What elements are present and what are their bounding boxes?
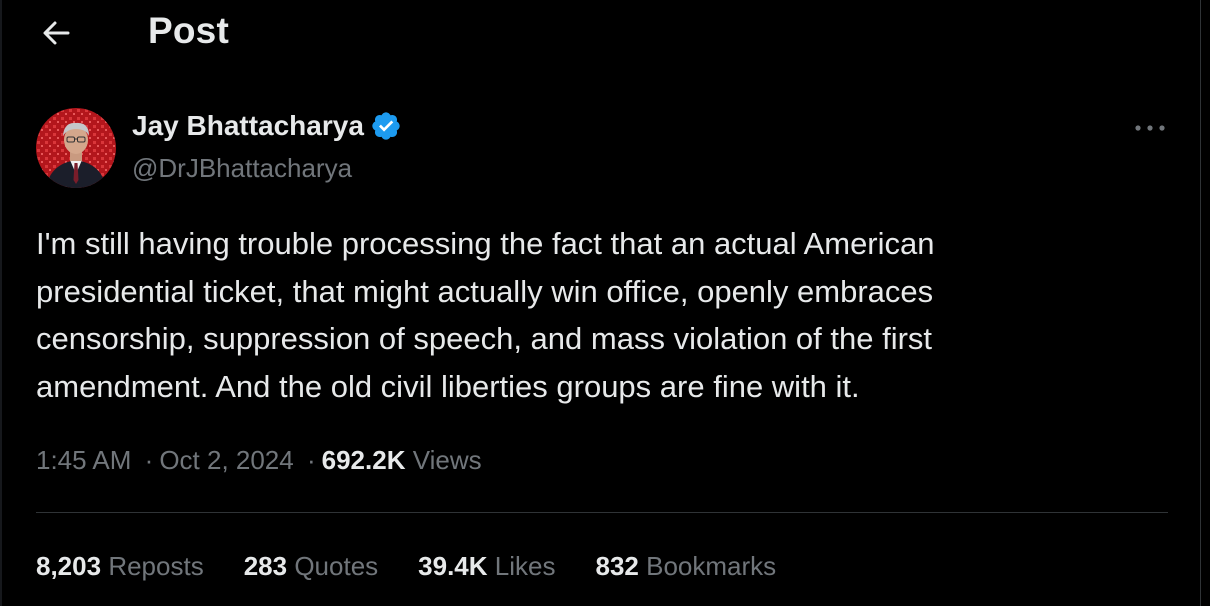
quotes-label: Quotes	[294, 551, 379, 581]
bookmarks-stat[interactable]: 832 Bookmarks	[595, 551, 776, 582]
arrow-left-icon	[43, 21, 70, 45]
quotes-count: 283	[243, 551, 288, 581]
views-count[interactable]: 692.2K	[322, 445, 406, 475]
divider	[36, 512, 1168, 513]
post-date[interactable]: Oct 2, 2024	[159, 445, 293, 475]
more-options-button[interactable]	[1128, 110, 1172, 146]
post-stats: 8,203 Reposts 283 Quotes 39.4K Likes 832…	[36, 551, 816, 582]
bookmarks-count: 832	[595, 551, 639, 581]
author-name-row: Jay Bhattacharya	[132, 110, 402, 142]
reposts-stat[interactable]: 8,203 Reposts	[36, 551, 204, 582]
avatar-image	[36, 108, 116, 188]
avatar[interactable]	[36, 108, 116, 188]
likes-count: 39.4K	[418, 551, 488, 581]
author-handle[interactable]: @DrJBhattacharya	[132, 153, 352, 184]
likes-stat[interactable]: 39.4K Likes	[418, 551, 555, 582]
meta-separator: ·	[306, 445, 316, 475]
reposts-count: 8,203	[36, 551, 102, 581]
post-time[interactable]: 1:45 AM	[36, 445, 131, 475]
likes-label: Likes	[494, 551, 556, 581]
more-horizontal-icon	[1135, 125, 1165, 131]
quotes-stat[interactable]: 283 Quotes	[244, 551, 378, 582]
views-label: Views	[412, 445, 482, 475]
post-text: I'm still having trouble processing the …	[36, 226, 935, 404]
bookmarks-label: Bookmarks	[646, 551, 777, 581]
meta-separator: ·	[144, 445, 154, 475]
page-title: Post	[148, 10, 229, 51]
author-display-name[interactable]: Jay Bhattacharya	[132, 110, 364, 142]
back-button[interactable]	[34, 11, 78, 55]
left-border	[0, 0, 2, 606]
reposts-label: Reposts	[108, 551, 204, 581]
page-header: Post	[0, 0, 1200, 64]
post-detail-view: Post Jay Bhattacharya @DrJBhattacharya I…	[0, 0, 1201, 606]
post-meta: 1:45 AM · Oct 2, 2024 · 692.2K Views	[36, 445, 482, 476]
verified-badge-icon[interactable]	[370, 110, 402, 142]
